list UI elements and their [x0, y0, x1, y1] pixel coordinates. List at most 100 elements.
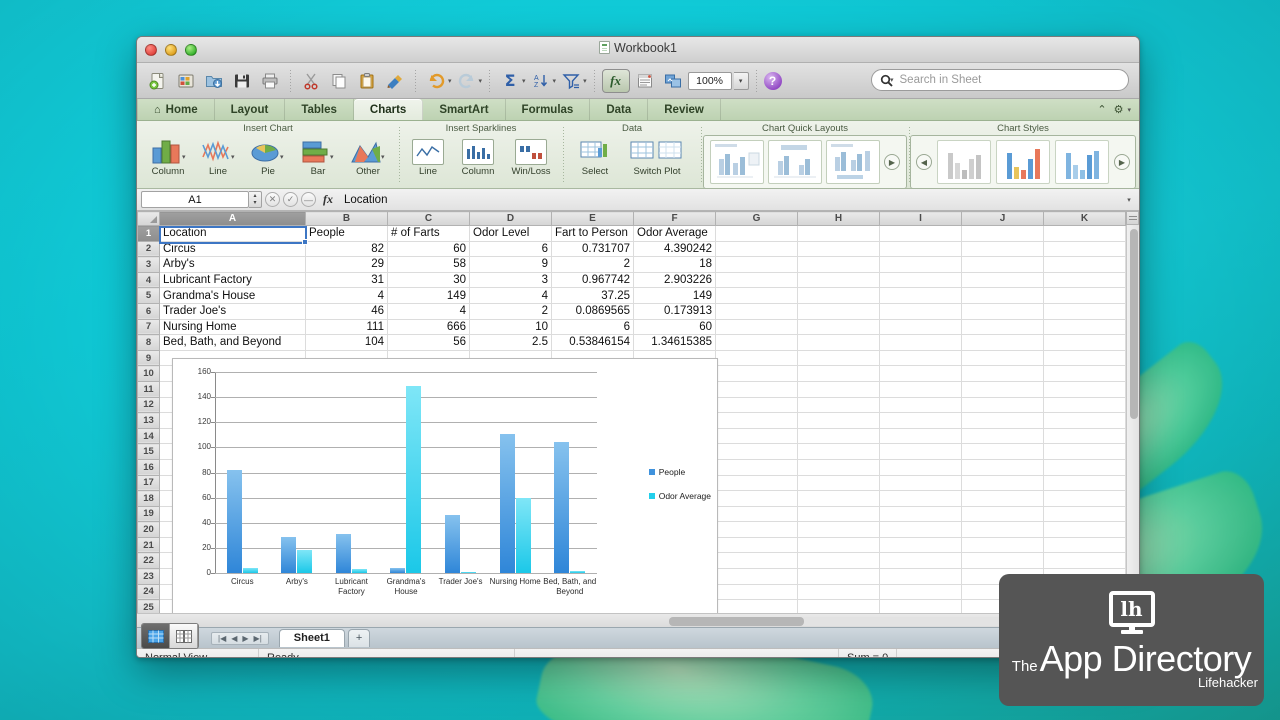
cell-j1[interactable]: [961, 225, 1044, 242]
select-data-button[interactable]: Select: [571, 135, 619, 177]
chart-bar[interactable]: [499, 433, 515, 573]
cell-g3[interactable]: [715, 256, 798, 273]
cell-k17[interactable]: [1043, 474, 1126, 492]
cell-h6[interactable]: [797, 302, 880, 320]
cell-f4[interactable]: 2.903226: [633, 271, 716, 289]
chart-bar[interactable]: [226, 470, 242, 573]
row-header-3[interactable]: 3: [137, 256, 160, 273]
cell-g22[interactable]: [715, 552, 798, 570]
cell-j3[interactable]: [961, 256, 1044, 273]
cell-i3[interactable]: [879, 256, 962, 273]
cell-i20[interactable]: [879, 521, 962, 538]
cell-d2[interactable]: 6: [469, 240, 552, 258]
chart-styles-gallery[interactable]: ◀ ▶: [910, 135, 1136, 189]
format-painter-icon[interactable]: [382, 68, 408, 94]
formula-bar-expand-icon[interactable]: ▾: [1123, 194, 1135, 206]
cell-g15[interactable]: [715, 443, 798, 460]
print-icon[interactable]: [257, 68, 283, 94]
cell-g18[interactable]: [715, 490, 798, 507]
help-icon[interactable]: ?: [763, 71, 782, 90]
cell-g12[interactable]: [715, 396, 798, 414]
cell-i18[interactable]: [879, 490, 962, 507]
cell-d3[interactable]: 9: [469, 256, 552, 273]
cell-j2[interactable]: [961, 240, 1044, 258]
column-header-k[interactable]: K: [1043, 211, 1126, 226]
column-header-f[interactable]: F: [633, 211, 716, 226]
chart-bar[interactable]: [445, 515, 461, 573]
chart-bar-group[interactable]: [379, 372, 434, 573]
cell-i11[interactable]: [879, 380, 962, 398]
cell-g17[interactable]: [715, 474, 798, 492]
column-header-a[interactable]: A: [159, 211, 306, 226]
cell-b3[interactable]: 29: [305, 256, 388, 273]
cell-b6[interactable]: 46: [305, 302, 388, 320]
cell-i4[interactable]: [879, 271, 962, 289]
toolbox-icon[interactable]: [632, 68, 658, 94]
cell-c1[interactable]: # of Farts: [387, 225, 470, 242]
cell-j4[interactable]: [961, 271, 1044, 289]
collapse-ribbon-icon[interactable]: ⌃: [1097, 103, 1106, 116]
cell-e4[interactable]: 0.967742: [551, 271, 634, 289]
cell-h4[interactable]: [797, 271, 880, 289]
cell-i2[interactable]: [879, 240, 962, 258]
cell-k2[interactable]: [1043, 240, 1126, 258]
tab-tables[interactable]: Tables: [285, 99, 354, 120]
row-header-14[interactable]: 14: [137, 427, 160, 445]
cell-i24[interactable]: [879, 583, 962, 601]
cell-e6[interactable]: 0.0869565: [551, 302, 634, 320]
cell-h19[interactable]: [797, 505, 880, 523]
select-all-corner[interactable]: [137, 211, 160, 226]
chart-styles-prev-icon[interactable]: ◀: [916, 154, 932, 170]
chart-style-thumb[interactable]: [937, 140, 991, 184]
row-header-8[interactable]: 8: [137, 334, 160, 351]
cell-k5[interactable]: [1043, 287, 1126, 304]
cell-j15[interactable]: [961, 443, 1044, 460]
cell-g14[interactable]: [715, 427, 798, 445]
column-header-c[interactable]: C: [387, 211, 470, 226]
cell-h17[interactable]: [797, 474, 880, 492]
autosum-icon[interactable]: Σ: [497, 68, 523, 94]
cell-k8[interactable]: [1043, 334, 1126, 351]
cell-j8[interactable]: [961, 334, 1044, 351]
cell-k14[interactable]: [1043, 427, 1126, 445]
cell-f6[interactable]: 0.173913: [633, 302, 716, 320]
cell-a6[interactable]: Trader Joe's: [159, 302, 306, 320]
page-layout-view-icon[interactable]: [170, 624, 198, 648]
cell-g10[interactable]: [715, 365, 798, 382]
cell-h12[interactable]: [797, 396, 880, 414]
cell-j21[interactable]: [961, 536, 1044, 554]
redo-icon[interactable]: [454, 68, 480, 94]
cell-i14[interactable]: [879, 427, 962, 445]
open-folder-icon[interactable]: [201, 68, 227, 94]
cell-c3[interactable]: 58: [387, 256, 470, 273]
prev-sheet-icon[interactable]: ◀: [231, 634, 237, 643]
row-header-19[interactable]: 19: [137, 505, 160, 523]
cell-j18[interactable]: [961, 490, 1044, 507]
gear-icon[interactable]: ⚙: [1114, 103, 1124, 116]
horizontal-scrollbar[interactable]: [137, 613, 1139, 627]
first-sheet-icon[interactable]: |◀: [218, 634, 226, 643]
cell-i23[interactable]: [879, 568, 962, 585]
zoom-level-input[interactable]: 100%: [687, 71, 732, 90]
cell-k10[interactable]: [1043, 365, 1126, 382]
chart-style-thumb[interactable]: [1055, 140, 1109, 184]
cell-f1[interactable]: Odor Average: [633, 225, 716, 242]
chart-bar-group[interactable]: [488, 372, 543, 573]
filter-icon[interactable]: [558, 68, 584, 94]
cell-j16[interactable]: [961, 458, 1044, 476]
cell-b2[interactable]: 82: [305, 240, 388, 258]
open-template-icon[interactable]: [173, 68, 199, 94]
cell-b7[interactable]: 111: [305, 318, 388, 336]
chart-bar[interactable]: [554, 442, 570, 573]
cell-f7[interactable]: 60: [633, 318, 716, 336]
cell-k19[interactable]: [1043, 505, 1126, 523]
cell-c4[interactable]: 30: [387, 271, 470, 289]
cell-a1[interactable]: Location: [159, 225, 306, 242]
row-header-6[interactable]: 6: [137, 302, 160, 320]
cell-k22[interactable]: [1043, 552, 1126, 570]
cell-j20[interactable]: [961, 521, 1044, 538]
cell-a2[interactable]: Circus: [159, 240, 306, 258]
quick-layout-thumb[interactable]: [768, 140, 822, 184]
row-header-9[interactable]: 9: [137, 349, 160, 367]
copy-icon[interactable]: [326, 68, 352, 94]
